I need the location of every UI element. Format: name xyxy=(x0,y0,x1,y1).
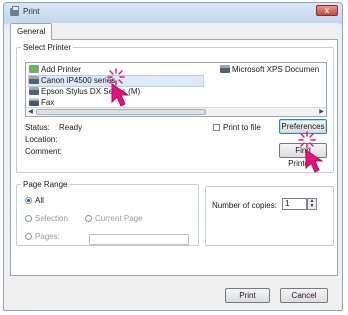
printer-icon xyxy=(220,65,230,73)
page-range-group: Page Range All Selection Current Page Pa… xyxy=(16,180,199,246)
print-to-file-label: Print to file xyxy=(223,123,261,132)
cancel-button[interactable]: Cancel xyxy=(280,288,328,303)
comment-label: Comment: xyxy=(25,147,62,156)
click-sparkle-icon xyxy=(298,131,316,149)
select-printer-group: Select Printer Add Printer Canon iP4500 … xyxy=(16,43,334,173)
print-dialog: Print x General Select Printer Add Print… xyxy=(3,2,343,311)
radio-selection-label: Selection xyxy=(35,214,68,223)
printer-item-xps[interactable]: Microsoft XPS Documen xyxy=(220,65,319,75)
printer-item-label: Add Printer xyxy=(41,65,82,74)
status-value: Ready xyxy=(59,123,83,132)
copies-stepper[interactable]: ▲ ▼ xyxy=(307,198,317,210)
radio-button[interactable] xyxy=(25,215,32,222)
radio-button[interactable] xyxy=(25,197,32,204)
add-printer-icon xyxy=(29,65,39,73)
cursor-arrow-icon xyxy=(305,149,324,173)
printer-icon xyxy=(29,76,39,84)
radio-selection[interactable]: Selection xyxy=(25,214,68,223)
cursor-arrow-icon xyxy=(111,83,130,107)
spin-down-icon[interactable]: ▼ xyxy=(308,204,316,209)
fax-icon xyxy=(29,98,39,106)
printer-item-label: Fax xyxy=(41,98,55,107)
general-tab-panel: Select Printer Add Printer Canon iP4500 … xyxy=(10,39,338,276)
radio-all-label: All xyxy=(35,196,44,205)
select-printer-legend: Select Printer xyxy=(23,43,72,52)
radio-all[interactable]: All xyxy=(25,196,44,205)
copies-group: Number of copies: 1 ▲ ▼ xyxy=(205,186,334,246)
radio-button[interactable] xyxy=(85,215,92,222)
pages-input[interactable] xyxy=(89,234,189,245)
dialog-content: General Select Printer Add Printer Canon… xyxy=(10,23,338,308)
print-button[interactable]: Print xyxy=(225,288,270,303)
title-bar[interactable]: Print x xyxy=(4,3,342,21)
status-label: Status: xyxy=(25,123,50,132)
horizontal-scrollbar[interactable]: ◀ ▶ xyxy=(26,107,326,116)
radio-button[interactable] xyxy=(25,233,32,240)
radio-current-page[interactable]: Current Page xyxy=(85,214,143,223)
printer-list[interactable]: Add Printer Canon iP4500 series Epson St… xyxy=(25,62,327,117)
window-title: Print xyxy=(23,7,40,16)
radio-pages[interactable]: Pages: xyxy=(25,232,60,241)
radio-current-page-label: Current Page xyxy=(95,214,143,223)
printer-item-label: Canon iP4500 series xyxy=(41,76,116,85)
printer-icon xyxy=(29,87,39,95)
checkbox-box[interactable] xyxy=(213,124,220,131)
printer-icon xyxy=(10,6,19,16)
status-row: Status: Ready xyxy=(25,123,82,132)
page-range-legend: Page Range xyxy=(23,180,68,189)
tab-general[interactable]: General xyxy=(10,23,53,40)
close-button[interactable]: x xyxy=(316,5,338,16)
printer-item-add-printer[interactable]: Add Printer xyxy=(29,65,81,75)
scroll-left-icon[interactable]: ◀ xyxy=(26,108,35,116)
radio-pages-label: Pages: xyxy=(35,232,60,241)
copies-input[interactable]: 1 xyxy=(282,198,307,210)
print-to-file-checkbox[interactable]: Print to file xyxy=(213,123,261,132)
scroll-right-icon[interactable]: ▶ xyxy=(317,108,326,116)
copies-label: Number of copies: xyxy=(212,201,277,210)
printer-item-label: Microsoft XPS Documen xyxy=(232,65,320,74)
location-label: Location: xyxy=(25,135,58,144)
scrollbar-thumb[interactable] xyxy=(36,109,206,115)
